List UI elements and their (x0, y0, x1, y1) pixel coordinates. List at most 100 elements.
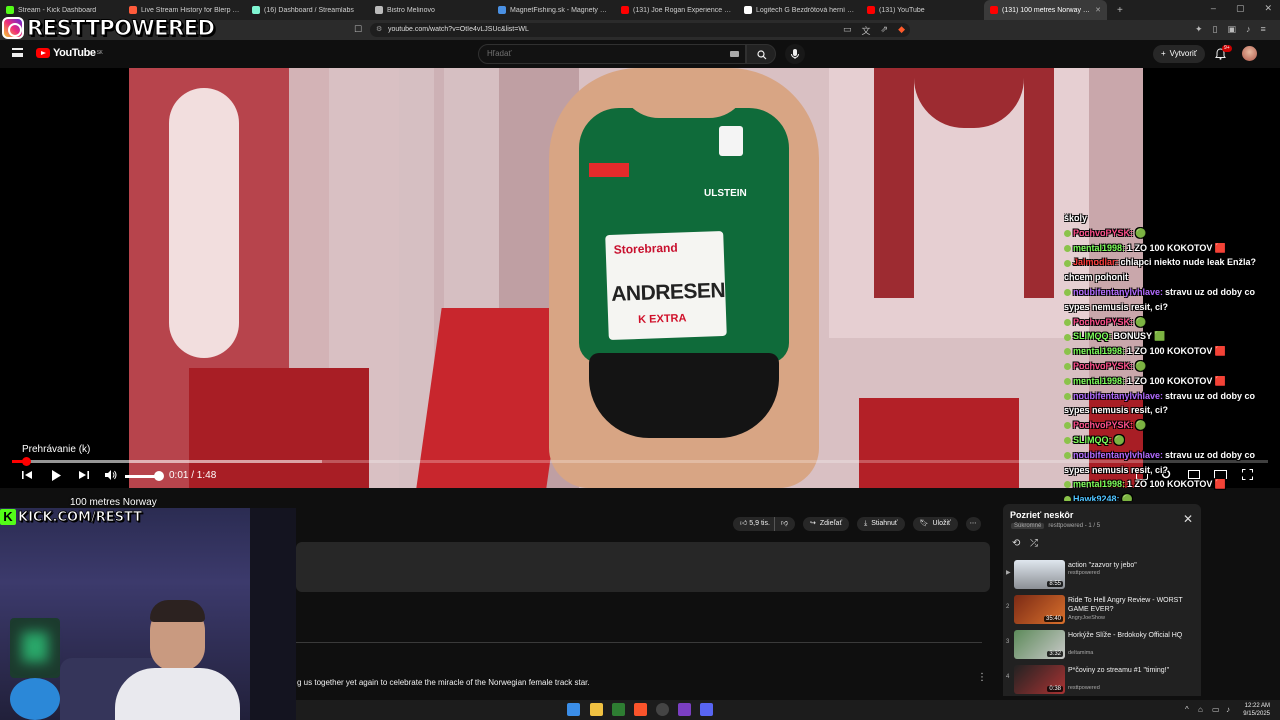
share-button[interactable]: ↪ Zdieľať (803, 517, 850, 531)
duration-badge: 8:55 (1047, 581, 1063, 587)
close-tab-icon[interactable]: ✕ (1095, 6, 1101, 14)
previous-icon[interactable] (21, 469, 33, 481)
browser-tab[interactable]: (131) 100 metres Norway - Yo... ✕ (984, 0, 1107, 20)
browser-tab[interactable]: (131) YouTube (861, 0, 984, 20)
scrubber-handle[interactable] (22, 457, 31, 466)
like-button[interactable]: 👍︎ 5,9 tis. (740, 517, 770, 531)
install-icon[interactable]: ▭ (843, 24, 852, 37)
excel-icon[interactable] (612, 703, 625, 716)
chat-text: 1 ZO 100 KOKOTOV 🟥 (1127, 479, 1227, 490)
video-thumbnail[interactable]: 35:40 (1014, 595, 1065, 624)
playlist-item[interactable]: 4 0:38 P*čoviny zo streamu #1 "timing!" res… (1003, 663, 1201, 696)
playlist-item-channel[interactable]: deltamima (1068, 650, 1093, 656)
playlist-title[interactable]: Pozrieť neskôr (1010, 510, 1073, 520)
share-icon[interactable]: ⇗ (881, 24, 889, 37)
url-field[interactable]: ⚙ youtube.com/watch?v=OtIe4vLJSUc&list=W… (370, 23, 910, 37)
video-thumbnail[interactable]: 8:55 (1014, 560, 1065, 589)
leo-icon[interactable]: ♪ (1246, 24, 1251, 35)
description-box[interactable] (296, 542, 990, 592)
close-window-button[interactable]: ✕ (1264, 3, 1272, 14)
playlist-item-channel[interactable]: AngryJoeShow (1068, 615, 1105, 621)
search-input[interactable]: Hľadať (478, 44, 746, 64)
chat-username: PochvoPYSK: (1073, 316, 1134, 327)
athlete-neck (619, 78, 749, 118)
discord-icon[interactable] (700, 703, 713, 716)
playlist-item[interactable]: 2 35:40 Ride To Hell Angry Review - WORST … (1003, 593, 1201, 627)
playlist-item-title[interactable]: Horkýže Slíže - Brdokoky Official HQ (1068, 631, 1196, 640)
playlist-index: 2 (1006, 604, 1010, 610)
keyboard-icon[interactable] (730, 51, 739, 57)
video-frame[interactable]: ULSTEIN Storebrand ANDRESEN K EXTRA (129, 68, 1143, 488)
video-thumbnail[interactable]: 0:38 (1014, 665, 1065, 694)
voice-search-button[interactable] (785, 44, 805, 64)
hamburger-menu-icon[interactable] (12, 48, 23, 57)
system-clock[interactable]: 12:22 AM 9/15/2025 (1243, 702, 1270, 718)
extension-icon[interactable]: ◆ (898, 24, 905, 37)
streamer-brand-overlay: RESTTPOWERED (2, 14, 215, 42)
start-icon[interactable] (567, 703, 580, 716)
maximize-button[interactable]: ▢ (1236, 3, 1245, 14)
youtube-logo[interactable]: YouTube SK (36, 47, 103, 59)
playlist-item-title[interactable]: P*čoviny zo streamu #1 "timing!" (1068, 666, 1196, 675)
playlist-item-title[interactable]: Ride To Hell Angry Review - WORST GAME E… (1068, 596, 1196, 614)
obs-icon[interactable] (656, 703, 669, 716)
tab-favicon-icon (621, 6, 629, 14)
playlist-item[interactable]: 3 3:32 Horkýže Slíže - Brdokoky Official H… (1003, 628, 1201, 662)
playlist-item-channel[interactable]: resttpowered (1068, 685, 1100, 691)
account-avatar[interactable] (1242, 46, 1257, 61)
video-thumbnail[interactable]: 3:32 (1014, 630, 1065, 659)
next-icon[interactable] (78, 469, 90, 481)
chat-text: 🟢 (1135, 360, 1147, 371)
twitch-icon[interactable] (678, 703, 691, 716)
blue-heart-sticker (10, 678, 60, 720)
browser-tab[interactable]: (131) Joe Rogan Experience #2374 ... (615, 0, 738, 20)
browser-tab[interactable]: (16) Dashboard / Streamlabs (246, 0, 369, 20)
create-label: Vytvoriť (1169, 49, 1197, 58)
chat-text: 1 ZO 100 KOKOTOV 🟥 (1127, 346, 1227, 357)
playlist-item-title[interactable]: action "zazvor ty jebo" (1068, 561, 1196, 570)
dislike-button[interactable]: 👎︎ (773, 517, 788, 531)
menu-icon[interactable]: ≡ (1261, 24, 1266, 35)
loop-icon[interactable]: ⟲ (1012, 538, 1020, 549)
volume-tray-icon[interactable]: ♪ (1226, 705, 1230, 714)
monitor-icon[interactable]: ▭ (1212, 705, 1220, 714)
shuffle-icon[interactable]: ⤮ (1030, 538, 1038, 549)
translate-icon[interactable]: 文 (862, 24, 871, 37)
playlist-item-channel[interactable]: resttpowered (1068, 570, 1100, 576)
browser-tab[interactable]: Bistro Melinovo (369, 0, 492, 20)
site-info-icon[interactable]: ⚙ (376, 23, 382, 37)
chat-message: mental1998: 1 ZO 100 KOKOTOV 🟥 (1064, 241, 1280, 256)
more-actions-button[interactable]: ⋯ (965, 517, 981, 531)
save-button[interactable]: 🔖︎ Uložiť (912, 517, 958, 531)
play-icon[interactable] (50, 469, 62, 482)
create-button[interactable]: + Vytvoriť (1153, 45, 1205, 63)
comment-menu-icon[interactable]: ⋮ (977, 672, 987, 683)
file-explorer-icon[interactable] (590, 703, 603, 716)
chat-badge-icon (1064, 244, 1071, 252)
browser-tab[interactable]: Logitech G Bezdrôtová herní myš 30... (738, 0, 861, 20)
wallet-icon[interactable]: ▣ (1228, 24, 1237, 35)
bookmark-icon[interactable]: ☐ (354, 24, 362, 35)
stadium-letter-o (169, 88, 239, 358)
volume-icon[interactable] (104, 469, 117, 481)
search-button[interactable] (746, 44, 776, 64)
notification-count-badge: 9+ (1222, 45, 1232, 52)
volume-knob[interactable] (154, 471, 164, 481)
stream-chat-overlay: školy PochvoPYSK: 🟢 mental1998: 1 ZO 100 KOK… (1064, 211, 1280, 501)
brave-browser-icon[interactable] (634, 703, 647, 716)
description-text: g us together yet again to celebrate the… (297, 678, 590, 687)
playlist-item[interactable]: ▶ 8:55 action "zazvor ty jebo" resttpowered (1003, 558, 1201, 592)
minimize-button[interactable]: – (1211, 3, 1216, 14)
download-button[interactable]: ⤓ Stiahnuť (857, 517, 905, 531)
chat-badge-icon (1064, 333, 1071, 341)
kongsberg-crest (719, 126, 743, 156)
extensions-icon[interactable]: ✦ (1195, 24, 1203, 35)
browser-tab[interactable]: MagnetFishing.sk - Magnety a land... (492, 0, 615, 20)
sidebar-icon[interactable]: ▯ (1213, 24, 1218, 35)
chat-username: mental1998: (1073, 375, 1126, 386)
tray-chevron-icon[interactable]: ^ (1185, 705, 1189, 714)
network-icon[interactable]: ⌂ (1198, 705, 1203, 714)
close-icon[interactable]: ✕ (1183, 512, 1193, 526)
share-arrow-icon: ↪ (810, 520, 816, 527)
new-tab-button[interactable]: + (1117, 5, 1123, 16)
